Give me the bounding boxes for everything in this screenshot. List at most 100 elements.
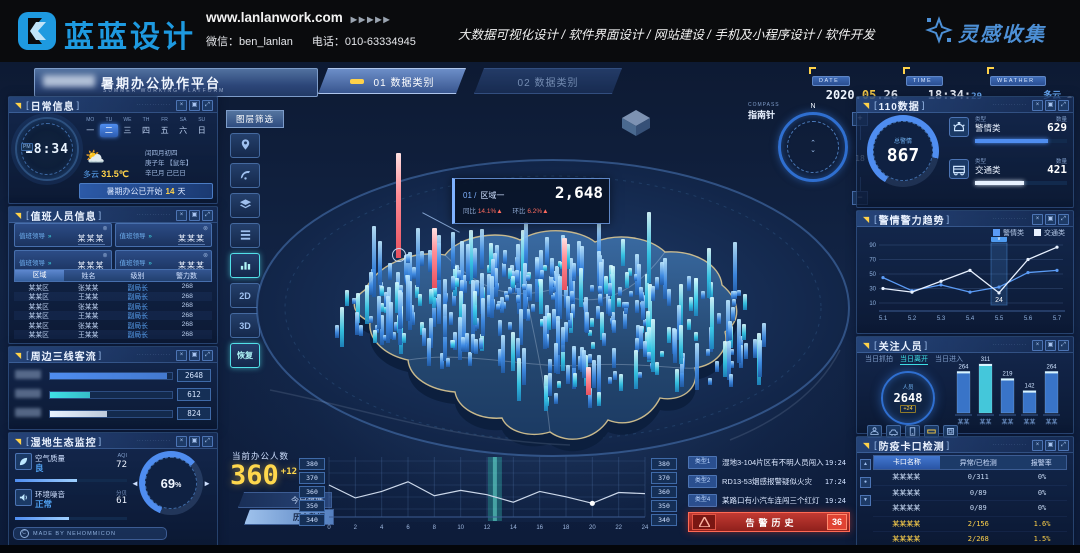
column-header[interactable]: 异常/已检测 [940,458,1017,468]
column-header[interactable]: 报警率 [1017,458,1066,468]
cell: 某某区 [14,310,64,320]
data-bar [373,330,377,343]
time-label: TIME [906,76,943,86]
selected-bar-marker [392,248,406,262]
close-icon[interactable]: × [1032,340,1043,351]
close-icon[interactable]: × [176,210,187,221]
weekday-cell[interactable]: 三 [118,124,137,137]
expand-icon[interactable]: ⤢ [202,210,213,221]
svg-text:20: 20 [589,525,596,531]
data-bar [429,289,433,304]
data-bar [369,272,373,295]
expand-icon[interactable]: ⤢ [202,350,213,361]
window-icon[interactable]: ▣ [189,436,200,447]
alert-data-bar [432,228,437,288]
panel-title: 防疫卡口检测 [879,438,945,453]
legend-item[interactable]: 警情类 [983,230,1024,237]
data-bar [468,352,472,366]
svg-text:264: 264 [1046,364,1057,370]
close-icon[interactable]: × [1032,100,1043,111]
tab-data-category-02[interactable]: 02 数据类别 [474,68,622,94]
close-icon[interactable]: × [1032,214,1043,225]
duty-leader-card[interactable]: 值班领导»⊗某某某 [115,223,213,247]
panel-title: 关注人员 [879,338,923,353]
data-bar [707,248,711,298]
data-bar [535,259,539,279]
brand-url[interactable]: www.lanlanwork.com▶▶▶▶▶ [206,10,392,25]
svg-text:14: 14 [510,525,517,531]
focus-tab[interactable]: 当日抓拍 [865,356,893,363]
data-bar [561,327,565,353]
scroll-down-icon[interactable]: ▼ [860,495,871,506]
panel-title: 110数据 [879,98,920,113]
data-bar [675,369,679,392]
close-icon[interactable]: × [176,100,187,111]
svg-text:70: 70 [869,258,876,264]
close-icon[interactable]: × [176,436,187,447]
weekday-cell[interactable]: 一 [81,124,100,137]
metric-bar [975,181,1067,185]
window-icon[interactable]: ▣ [1045,100,1056,111]
weekday-cell[interactable]: 二 [100,124,119,137]
window-icon[interactable]: ▣ [1045,214,1056,225]
data-bar [762,323,766,348]
column-header[interactable]: 卡口名称 [874,456,940,469]
svg-text:10: 10 [869,301,876,307]
cell: 张某某 [64,320,114,330]
data-bar [427,338,431,365]
data-bar [744,343,748,360]
expand-icon[interactable]: ⤢ [1058,440,1069,451]
panel-eco-monitoring: ◥[湿地生态监控]·············×▣⤢ 空气质量良 AQI72 环境… [8,432,218,547]
scroll-up-icon[interactable]: ▲ [860,459,871,470]
time-widget: TIME 18:34:29 [906,69,982,95]
alert-data-bar [396,153,401,258]
data-bar [437,294,441,324]
weekday-cell[interactable]: 日 [192,124,211,137]
compass-dial[interactable]: N ⌃⌄ [778,112,848,182]
data-bar [549,276,553,295]
masked-label [15,370,41,379]
expand-icon[interactable]: ⤢ [1058,340,1069,351]
window-icon[interactable]: ▣ [1045,440,1056,451]
data-bar [737,319,741,364]
close-icon[interactable]: × [1032,440,1043,451]
window-icon[interactable]: ▣ [189,100,200,111]
expand-icon[interactable]: ⤢ [202,436,213,447]
data-bar [667,289,671,307]
expand-icon[interactable]: ⤢ [1058,214,1069,225]
flow-bar-row: 2648 [15,369,211,383]
svg-text:0: 0 [327,525,331,531]
data-bar [638,372,642,378]
expand-icon[interactable]: ⤢ [1058,100,1069,111]
data-bar [701,291,705,300]
cell: 268 [163,312,213,319]
alert-item[interactable]: 类型1 湿地3-104片区有不明人员闯入 19:24 [688,455,846,470]
data-bar [731,307,735,321]
window-icon[interactable]: ▣ [189,350,200,361]
yaxis-box: 340 [299,514,325,526]
alert-history-bar[interactable]: 告警历史 36 [688,512,850,532]
data-bar [352,298,356,304]
weekday-cell[interactable]: 六 [174,124,193,137]
tab-data-category-01[interactable]: 01 数据类别 [318,68,466,94]
svg-text:5.7: 5.7 [1053,316,1062,322]
close-icon[interactable]: × [176,350,187,361]
scroll-dot-icon[interactable]: ● [860,477,871,488]
data-bar [579,268,583,307]
alert-item[interactable]: 类型4 某路口有小汽车连闯三个红灯 19:24 [688,493,846,508]
expand-icon[interactable]: ⤢ [202,100,213,111]
cell: 副局长 [113,329,163,339]
weather-widget: WEATHER 多云 ☁ [990,69,1072,95]
data-bar [608,283,612,296]
checkpoint-table: 卡口名称异常/已检测报警率某某某某0/3110%某某某某0/890%某某某某0/… [873,455,1067,548]
focus-tab[interactable]: 当日离开 [900,356,928,365]
window-icon[interactable]: ▣ [189,210,200,221]
data-bar [679,325,683,364]
weekday-cell[interactable]: 四 [137,124,156,137]
legend-item[interactable]: 交通类 [1024,230,1065,237]
duty-leader-card[interactable]: 值班领导»⊗某某某 [14,223,112,247]
count-value: 421 [1047,163,1067,176]
window-icon[interactable]: ▣ [1045,340,1056,351]
alert-item[interactable]: 类型2 RD13-53烟感报警疑似火灾 17:24 [688,474,846,489]
weekday-cell[interactable]: 五 [155,124,174,137]
